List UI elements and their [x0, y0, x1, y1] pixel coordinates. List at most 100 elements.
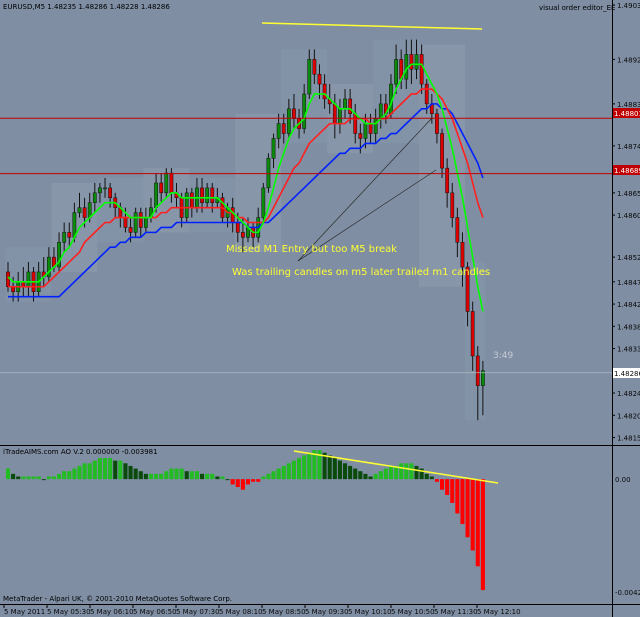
ao-bar: [348, 465, 353, 480]
bear-candle: [292, 108, 296, 119]
bull-candle: [271, 138, 276, 159]
ao-bar: [414, 465, 419, 480]
bull-candle: [92, 192, 97, 203]
bull-candle: [87, 202, 92, 218]
ao-bar: [440, 479, 445, 490]
ao-bar: [358, 471, 363, 480]
ao-bar: [200, 473, 205, 480]
ao-bar: [128, 465, 133, 480]
bull-candle: [62, 232, 67, 243]
ao-bar: [184, 471, 189, 480]
ao-bar: [256, 479, 261, 482]
bull-candle: [276, 123, 281, 139]
ao-bar: [92, 460, 97, 480]
bull-candle: [414, 54, 419, 70]
bear-candle: [332, 103, 337, 124]
bear-candle: [108, 187, 113, 199]
level2-tag: 1.48689: [614, 167, 640, 175]
bull-candle: [164, 172, 169, 194]
bear-candle: [450, 192, 455, 218]
current-price-tag: 1.48286: [614, 370, 640, 378]
ao-bar: [97, 458, 102, 480]
ao-bar: [108, 458, 113, 480]
ao-bar: [470, 479, 475, 551]
bear-candle: [235, 222, 240, 233]
time-tick-label: 5 May 11:30: [434, 608, 478, 616]
price-tick-label: 1.48380: [617, 323, 640, 331]
bull-candle: [103, 187, 107, 190]
ao-bar: [220, 476, 225, 480]
bull-candle: [143, 217, 148, 228]
bear-candle: [123, 217, 128, 228]
ao-bar: [215, 476, 220, 480]
indicator-label: visual order editor_EE: [539, 4, 615, 12]
bear-candle: [210, 187, 215, 203]
ao-bar: [404, 463, 409, 480]
price-tick-label: 1.49030: [617, 2, 640, 10]
ao-bar: [102, 458, 108, 480]
bear-candle: [455, 217, 460, 243]
ao-bar: [286, 463, 291, 480]
ao-bar: [383, 468, 388, 480]
ao-bar: [118, 460, 123, 480]
time-tick-label: 5 May 08:50: [262, 608, 306, 616]
ao-bar: [465, 479, 470, 538]
ao-bar: [77, 465, 82, 480]
ao-bar: [26, 476, 31, 480]
price-chart[interactable]: 1.49030 1.48920 1.48830 1.48745 1.48650 1.486…: [0, 0, 640, 617]
bull-candle: [154, 182, 158, 208]
bear-candle: [358, 133, 363, 139]
ao-bar: [327, 455, 332, 480]
time-tick-label: 5 May 09:30: [305, 608, 349, 616]
symbol-info: EURUSD,M5 1.48235 1.48286 1.48228 1.4828…: [3, 3, 170, 11]
bear-candle: [138, 212, 143, 228]
ao-bar: [251, 479, 256, 482]
ao-bar: [460, 479, 465, 525]
ao-bar: [455, 479, 460, 514]
bull-candle: [338, 108, 342, 124]
bull-candle: [77, 207, 82, 213]
ao-bar: [179, 468, 184, 480]
ao-bar: [302, 455, 307, 480]
bear-candle: [348, 98, 353, 115]
ao-bar: [210, 473, 215, 480]
ao-bar: [225, 479, 230, 481]
price-tick-label: 1.48200: [617, 412, 640, 420]
ao-bar: [169, 468, 174, 480]
price-tick-label: 1.48650: [617, 190, 640, 198]
ao-bar: [480, 479, 485, 591]
ao-bar: [261, 476, 266, 480]
ao-bar: [159, 473, 164, 480]
ao-bar: [174, 468, 179, 480]
bear-candle: [435, 113, 439, 134]
bear-candle: [128, 227, 133, 233]
bull-candle: [98, 187, 102, 194]
bear-candle: [82, 207, 87, 218]
ao-bar: [154, 473, 159, 480]
ao-bar: [57, 473, 62, 480]
time-tick-label: 5 May 07:30: [176, 608, 220, 616]
bear-candle: [67, 232, 72, 238]
bull-candle: [302, 93, 307, 129]
bull-candle: [307, 59, 312, 95]
ao-bar: [281, 465, 286, 480]
bear-candle: [312, 59, 317, 75]
bear-candle: [424, 83, 429, 105]
ao-bar: [36, 476, 41, 480]
ao-bar: [337, 460, 342, 480]
ao-bar: [138, 471, 143, 480]
bear-candle: [159, 182, 164, 194]
bear-candle: [445, 167, 450, 194]
ao-bar: [353, 468, 358, 480]
ao-bar: [72, 468, 77, 480]
ao-tick-label: 0.00: [615, 476, 631, 484]
bull-candle: [404, 54, 409, 80]
time-tick-label: 5 May 06:50: [133, 608, 177, 616]
ao-bar: [235, 479, 240, 488]
ao-bar: [297, 458, 302, 480]
ao-bar: [245, 479, 251, 485]
bear-candle: [6, 271, 10, 288]
ao-bar: [62, 471, 67, 480]
candle-timer: 3:49: [493, 351, 513, 361]
time-tick-label: 5 May 06:10: [90, 608, 134, 616]
